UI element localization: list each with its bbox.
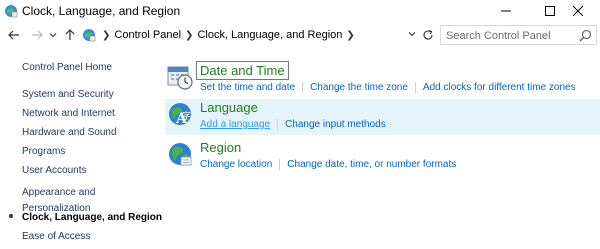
region-globe-icon[interactable] — [167, 141, 193, 167]
sidebar-item-label-line1[interactable]: Appearance and — [22, 187, 95, 198]
clock-calendar-icon[interactable] — [167, 64, 193, 90]
date-and-time-heading-link[interactable]: Date and Time — [196, 61, 289, 80]
window-title: Clock, Language, and Region — [22, 4, 181, 18]
region-links: Change location Change date, time, or nu… — [200, 159, 456, 170]
address-bar[interactable]: ❯ Control Panel ❯ Clock, Language, and R… — [80, 25, 436, 45]
forward-button[interactable] — [29, 27, 45, 43]
search-input[interactable] — [441, 27, 596, 45]
control-panel-icon — [82, 28, 96, 42]
sidebar-item-clock-language-region: Clock, Language, and Region — [22, 212, 163, 223]
change-formats-link[interactable]: Change date, time, or number formats — [287, 159, 456, 170]
navigation-bar: ❯ Control Panel ❯ Clock, Language, and R… — [0, 24, 600, 46]
breadcrumb-clock-language-region[interactable]: Clock, Language, and Region — [197, 29, 342, 41]
chevron-down-icon — [408, 32, 416, 37]
close-icon — [573, 6, 583, 16]
change-input-methods-link[interactable]: Change input methods — [285, 119, 386, 130]
search-box[interactable] — [440, 25, 597, 45]
language-globe-icon[interactable]: A 字 — [167, 101, 193, 127]
add-a-language-link[interactable]: Add a language — [200, 119, 270, 130]
add-clocks-link[interactable]: Add clocks for different time zones — [423, 82, 576, 93]
category-region: Region Change location Change date, time… — [165, 139, 600, 175]
sidebar-item-ease-of-access[interactable]: Ease of Access — [22, 231, 90, 242]
search-icon[interactable] — [579, 29, 592, 42]
date-and-time-links: Set the time and date Change the time zo… — [200, 82, 576, 93]
sidebar-item-network-and-internet[interactable]: Network and Internet — [22, 108, 115, 119]
link-divider — [277, 119, 279, 130]
svg-text:字: 字 — [182, 110, 191, 122]
maximize-icon — [545, 6, 555, 16]
breadcrumb-control-panel[interactable]: Control Panel — [114, 29, 181, 41]
category-date-and-time: Date and Time Set the time and date Chan… — [165, 61, 600, 96]
breadcrumb-separator[interactable]: ❯ — [346, 30, 354, 41]
current-item-bullet — [9, 214, 13, 218]
language-heading-link[interactable]: Language — [200, 100, 258, 115]
set-time-and-date-link[interactable]: Set the time and date — [200, 82, 295, 93]
sidebar-item-system-and-security[interactable]: System and Security — [22, 89, 114, 100]
back-button[interactable] — [6, 27, 22, 43]
breadcrumb-separator[interactable]: ❯ — [185, 30, 193, 41]
up-button[interactable] — [62, 27, 78, 43]
arrow-right-icon — [32, 30, 43, 40]
link-divider — [414, 82, 416, 93]
minimize-icon — [501, 10, 511, 12]
link-divider — [279, 159, 281, 170]
breadcrumb-separator[interactable]: ❯ — [102, 30, 110, 41]
region-heading-link[interactable]: Region — [200, 140, 241, 155]
sidebar-item-hardware-and-sound[interactable]: Hardware and Sound — [22, 127, 117, 138]
language-links: Add a language Change input methods — [200, 119, 386, 130]
change-time-zone-link[interactable]: Change the time zone — [310, 82, 408, 93]
minimize-button[interactable] — [484, 0, 528, 22]
sidebar-item-user-accounts[interactable]: User Accounts — [22, 165, 86, 176]
refresh-icon — [423, 29, 433, 40]
address-history-button[interactable] — [406, 28, 418, 40]
sidebar-item-control-panel-home[interactable]: Control Panel Home — [22, 62, 112, 73]
arrow-up-icon — [65, 29, 75, 40]
sidebar-item-programs[interactable]: Programs — [22, 146, 65, 157]
close-button[interactable] — [556, 0, 600, 22]
title-bar: Clock, Language, and Region — [0, 0, 600, 22]
category-language: A 字 Language Add a language Change input… — [165, 99, 600, 135]
refresh-button[interactable] — [420, 27, 436, 43]
link-divider — [302, 82, 304, 93]
chevron-down-icon — [49, 33, 57, 38]
recent-locations-button[interactable] — [48, 27, 58, 43]
arrow-left-icon — [8, 30, 19, 40]
control-panel-app-icon — [4, 4, 18, 18]
change-location-link[interactable]: Change location — [200, 159, 272, 170]
